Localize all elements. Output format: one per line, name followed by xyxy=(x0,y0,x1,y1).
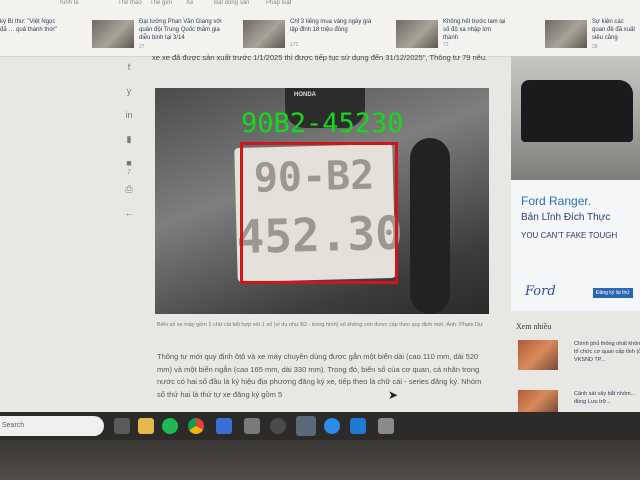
category-label[interactable]: Thế giới xyxy=(150,0,172,6)
spotify-icon[interactable] xyxy=(162,418,178,434)
chrome-icon[interactable] xyxy=(188,418,204,434)
app-icon[interactable] xyxy=(378,418,394,434)
news-title[interactable]: Đại tướng Phan Văn Giang với quân đội Tr… xyxy=(139,18,227,42)
chrome-active-icon[interactable] xyxy=(296,416,316,436)
share-column: f y in ▮ ■ 7 ⎙ ← xyxy=(121,62,137,232)
category-label[interactable]: Thể thao xyxy=(118,0,142,6)
ad-cta-button[interactable]: Đăng ký lái thử xyxy=(593,288,633,298)
truck-image xyxy=(521,80,633,142)
plate-brand: HONDA xyxy=(294,92,316,98)
ad-photo[interactable] xyxy=(511,56,640,180)
news-title[interactable]: Cảnh sát vây bắt nhóm... đồng Lưu trữ... xyxy=(574,390,640,406)
facebook-icon[interactable]: f xyxy=(121,62,137,86)
news-title[interactable]: Chính phủ thống nhất không tổ chức cơ qu… xyxy=(574,340,640,364)
news-title[interactable]: Chỉ 3 tiếng mua vàng ngày giá lập đỉnh 1… xyxy=(290,18,378,34)
browser-screen: Kinh tế Thể thao Thế giới Xe Bất động sả… xyxy=(0,0,640,412)
file-explorer-icon[interactable] xyxy=(114,418,130,434)
category-label[interactable]: Kinh tế xyxy=(60,0,79,6)
news-thumbnail[interactable] xyxy=(518,390,558,412)
refresh-icon[interactable] xyxy=(270,418,286,434)
photo-caption: Biển số xe máy gồm 1 chữ cái kết hợp với… xyxy=(157,322,483,328)
ford-logo: Ford xyxy=(525,284,556,299)
motorbike-tire xyxy=(410,138,450,314)
news-thumbnail[interactable] xyxy=(518,340,558,370)
ad-title[interactable]: Ford Ranger. xyxy=(521,194,591,208)
news-title[interactable]: Sự kiện các quan đề đã xuất siêu căng xyxy=(592,18,638,42)
ford-ad[interactable]: Ford Ranger. Bản Lĩnh Đích Thực YOU CAN'… xyxy=(511,56,640,311)
laptop-bezel xyxy=(0,440,640,480)
news-thumbnail[interactable] xyxy=(396,20,438,48)
top-news-strip: Kinh tế Thể thao Thế giới Xe Bất động sả… xyxy=(0,0,640,57)
news-thumbnail[interactable] xyxy=(545,20,587,48)
category-label[interactable]: Xe xyxy=(186,0,193,6)
news-title[interactable]: ký Bí thư: "Việt Ngọc đã … quả thành thờ… xyxy=(0,18,60,34)
store-icon[interactable] xyxy=(244,418,260,434)
most-viewed-item[interactable]: Chính phủ thống nhất không tổ chức cơ qu… xyxy=(518,340,640,374)
bookmark-icon[interactable]: ▮ xyxy=(121,134,137,158)
taskbar: Search xyxy=(0,412,640,440)
vscode-icon[interactable] xyxy=(350,418,366,434)
folder-icon[interactable] xyxy=(138,418,154,434)
news-thumbnail[interactable] xyxy=(243,20,285,48)
comment-count: 39 xyxy=(592,44,598,50)
category-label[interactable]: Pháp luật xyxy=(266,0,291,6)
linkedin-icon[interactable]: in xyxy=(121,110,137,134)
mouse-cursor: ➤ xyxy=(388,388,399,402)
mail-icon[interactable] xyxy=(216,418,232,434)
ad-subtitle: Bản Lĩnh Đích Thực xyxy=(521,212,611,223)
article-intro-block: xe xe đã được sản xuất trước 1/1/2025 th… xyxy=(152,52,492,64)
most-viewed-item[interactable]: Cảnh sát vây bắt nhóm... đồng Lưu trữ... xyxy=(518,390,640,412)
comment-icon[interactable]: ■ xyxy=(121,158,137,170)
news-title[interactable]: Không hết bước lam lại số độ xa nhập lớn… xyxy=(443,18,507,42)
back-icon[interactable]: ← xyxy=(121,208,137,232)
article-intro: xe xe đã được sản xuất trước 1/1/2025 th… xyxy=(152,53,488,62)
article-body: Thông tư mới quy định ôtô và xe máy chuy… xyxy=(157,352,482,399)
news-thumbnail[interactable] xyxy=(92,20,134,48)
twitter-icon[interactable]: y xyxy=(121,86,137,110)
comment-count: 72 xyxy=(443,42,449,48)
detection-box xyxy=(240,142,398,284)
comment-count: 7 xyxy=(127,170,131,176)
ad-tagline: YOU CAN'T FAKE TOUGH xyxy=(521,231,618,240)
messenger-icon[interactable] xyxy=(324,418,340,434)
print-icon[interactable]: ⎙ xyxy=(121,184,137,208)
category-label[interactable]: Bất động sản xyxy=(214,0,249,6)
most-viewed-heading: Xem nhiều xyxy=(516,322,552,331)
comment-count: 27 xyxy=(139,44,145,50)
comment-count: 172 xyxy=(290,42,299,48)
detection-label: 90B2-45230 xyxy=(241,108,404,139)
taskbar-search[interactable]: Search xyxy=(0,416,104,436)
